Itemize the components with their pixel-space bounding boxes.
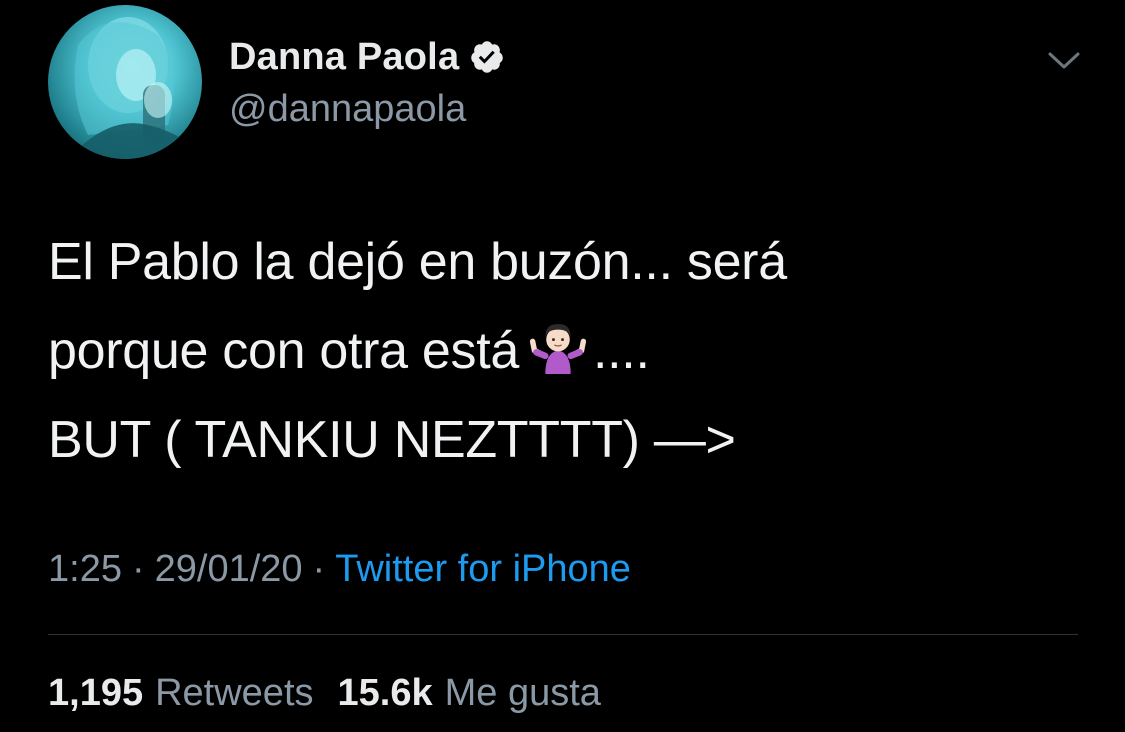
display-name[interactable]: Danna Paola bbox=[229, 36, 459, 79]
avatar-image bbox=[68, 17, 202, 159]
tweet-text: El Pablo la dejó en buzón... será porque… bbox=[48, 218, 1088, 485]
tweet-meta: 1:25 · 29/01/20 · Twitter for iPhone bbox=[48, 548, 631, 591]
chevron-down-icon[interactable] bbox=[1044, 46, 1084, 74]
retweets-stat[interactable]: 1,195 Retweets bbox=[48, 672, 314, 714]
tweet-text-line-1: El Pablo la dejó en buzón... será bbox=[48, 233, 787, 291]
tweet-text-line-3: BUT ( TANKIU NEZTTTT) —> bbox=[48, 411, 736, 469]
divider bbox=[48, 634, 1078, 635]
author-name-row[interactable]: Danna Paola bbox=[229, 34, 505, 80]
retweets-label: Retweets bbox=[155, 672, 314, 714]
woman-shrugging-emoji-icon bbox=[529, 324, 587, 374]
likes-label: Me gusta bbox=[444, 672, 601, 714]
likes-stat[interactable]: 15.6k Me gusta bbox=[338, 672, 601, 714]
verified-badge-icon bbox=[471, 41, 504, 73]
avatar[interactable] bbox=[48, 5, 202, 159]
tweet-time[interactable]: 1:25 bbox=[48, 548, 122, 590]
meta-separator: · bbox=[131, 548, 145, 590]
likes-count: 15.6k bbox=[337, 672, 433, 714]
meta-separator: · bbox=[312, 548, 326, 590]
tweet-text-ellipsis: .... bbox=[593, 322, 650, 380]
tweet-text-segment: porque con otra está bbox=[48, 322, 519, 380]
handle[interactable]: @dannapaola bbox=[229, 88, 466, 131]
tweet-text-line-2: porque con otra está .... bbox=[48, 307, 1088, 396]
tweet-detail: Danna Paola @dannapaola El Pablo la dejó… bbox=[0, 0, 1125, 732]
tweet-stats: 1,195 Retweets 15.6k Me gusta bbox=[48, 672, 601, 715]
tweet-source-link[interactable]: Twitter for iPhone bbox=[335, 548, 631, 590]
tweet-date[interactable]: 29/01/20 bbox=[155, 548, 303, 590]
retweets-count: 1,195 bbox=[48, 672, 144, 714]
